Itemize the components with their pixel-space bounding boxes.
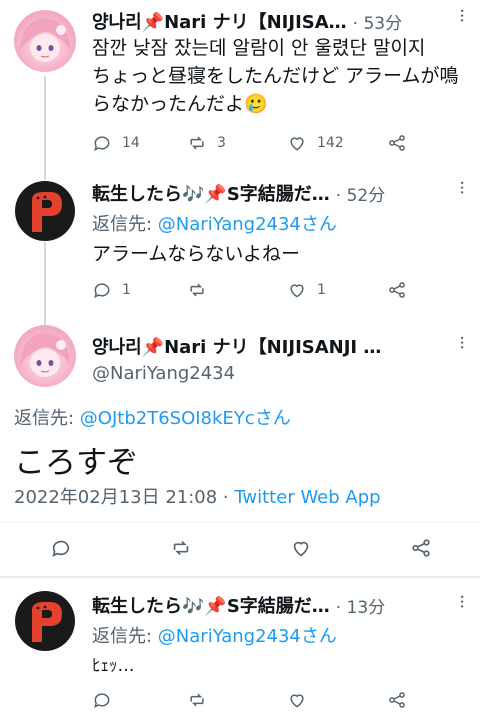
reply-to-handle[interactable]: @OJtb2T6SOI8kEYcさん	[80, 408, 291, 429]
display-name[interactable]: 転生したら🎶📌S字結腸だ…	[92, 592, 330, 618]
divider	[0, 576, 480, 578]
reply-icon	[52, 540, 70, 557]
reply-icon	[94, 136, 110, 152]
divider	[0, 522, 480, 523]
tweet-meta: 2022年02月13日 21:08 · Twitter Web App	[14, 483, 381, 509]
user-handle[interactable]: @NariYang2434	[92, 363, 235, 384]
tweet-text: アラームならないよねー	[92, 243, 301, 265]
tweet-header: 転生したら🎶📌S字結腸だ… · 52分	[92, 180, 444, 206]
like-count: 1	[317, 282, 326, 298]
like-count: 142	[317, 135, 344, 151]
tweet-actions: 14 3 142	[92, 133, 407, 153]
tweet-text: ころすぞ	[14, 445, 138, 481]
like-button[interactable]: 142	[287, 133, 387, 153]
more-icon[interactable]: ···	[451, 8, 472, 22]
avatar[interactable]	[14, 590, 76, 652]
share-button[interactable]	[387, 280, 407, 300]
timestamp[interactable]: · 53分	[353, 9, 402, 34]
tweet-actions	[92, 690, 407, 710]
like-button[interactable]	[290, 537, 410, 559]
tweet-text: 잠깐 낮잠 잤는데 알람이 안 울렸단 말이지 ちょっと昼寝をしたんだけど アラ…	[92, 34, 462, 118]
tweet-header: 転生したら🎶📌S字結腸だ… · 13分	[92, 592, 444, 618]
retweet-icon	[190, 693, 204, 707]
tweet-actions: 1 1	[92, 280, 407, 300]
tweet-text: ﾋｪｯ…	[92, 656, 135, 676]
timestamp[interactable]: · 13分	[336, 593, 385, 618]
more-icon[interactable]: ···	[451, 335, 472, 349]
heart-icon	[290, 284, 304, 298]
reply-to: 返信先: @NariYang2434さん	[92, 210, 337, 236]
reply-icon	[94, 283, 110, 299]
share-icon	[389, 282, 405, 298]
retweet-icon	[190, 136, 204, 150]
tweet-text-japanese: ちょっと昼寝をしたんだけど アラームが鳴らなかったんだよ🥲	[92, 65, 459, 115]
more-icon[interactable]: ···	[451, 180, 472, 194]
reply-to-prefix: 返信先:	[14, 408, 80, 429]
reply-to-prefix: 返信先:	[92, 626, 158, 647]
like-button[interactable]	[287, 690, 387, 710]
reply-button[interactable]	[92, 690, 187, 710]
reply-count: 1	[122, 282, 131, 298]
reply-to-prefix: 返信先:	[92, 214, 158, 235]
display-name[interactable]: 양나리📌Nari ナリ【NIJISANJI …	[92, 333, 381, 359]
retweet-button[interactable]	[187, 280, 287, 300]
share-icon	[412, 539, 430, 557]
avatar[interactable]	[14, 180, 76, 242]
tweet-actions	[50, 537, 432, 559]
avatar[interactable]	[14, 325, 76, 387]
avatar[interactable]	[14, 10, 76, 72]
share-button[interactable]	[410, 537, 432, 559]
display-name[interactable]: 양나리📌Nari ナリ【NIJISA…	[92, 8, 347, 34]
tweet-source[interactable]: Twitter Web App	[234, 487, 380, 508]
reply-to: 返信先: @OJtb2T6SOI8kEYcさん	[14, 404, 291, 430]
heart-icon	[290, 694, 304, 708]
share-button[interactable]	[387, 690, 407, 710]
tweet-datetime[interactable]: 2022年02月13日 21:08 ·	[14, 487, 234, 508]
heart-icon	[290, 137, 304, 151]
reply-to: 返信先: @NariYang2434さん	[92, 622, 337, 648]
tweet-header: 양나리📌Nari ナリ【NIJISANJI …	[92, 333, 444, 359]
reply-to-handle[interactable]: @NariYang2434さん	[158, 214, 337, 235]
retweet-button[interactable]	[187, 690, 287, 710]
reply-to-handle[interactable]: @NariYang2434さん	[158, 626, 337, 647]
retweet-icon	[190, 283, 204, 297]
retweet-count: 3	[217, 135, 226, 151]
share-icon	[389, 692, 405, 708]
display-name[interactable]: 転生したら🎶📌S字結腸だ…	[92, 180, 330, 206]
reply-button[interactable]	[50, 537, 170, 559]
tweet-text-korean: 잠깐 낮잠 잤는데 알람이 안 울렸단 말이지	[92, 37, 426, 59]
reply-button[interactable]: 14	[92, 133, 187, 153]
heart-icon	[293, 541, 309, 557]
reply-icon	[94, 693, 110, 709]
retweet-icon	[173, 540, 189, 556]
more-icon[interactable]: ···	[451, 594, 472, 608]
thread-line	[44, 246, 46, 326]
reply-button[interactable]: 1	[92, 280, 187, 300]
reply-count: 14	[122, 135, 140, 151]
share-button[interactable]	[387, 133, 407, 153]
tweet-header: 양나리📌Nari ナリ【NIJISA… · 53分	[92, 8, 444, 34]
like-button[interactable]: 1	[287, 280, 387, 300]
retweet-button[interactable]	[170, 537, 290, 559]
retweet-button[interactable]: 3	[187, 133, 287, 153]
share-icon	[389, 135, 405, 151]
timestamp[interactable]: · 52分	[336, 181, 385, 206]
